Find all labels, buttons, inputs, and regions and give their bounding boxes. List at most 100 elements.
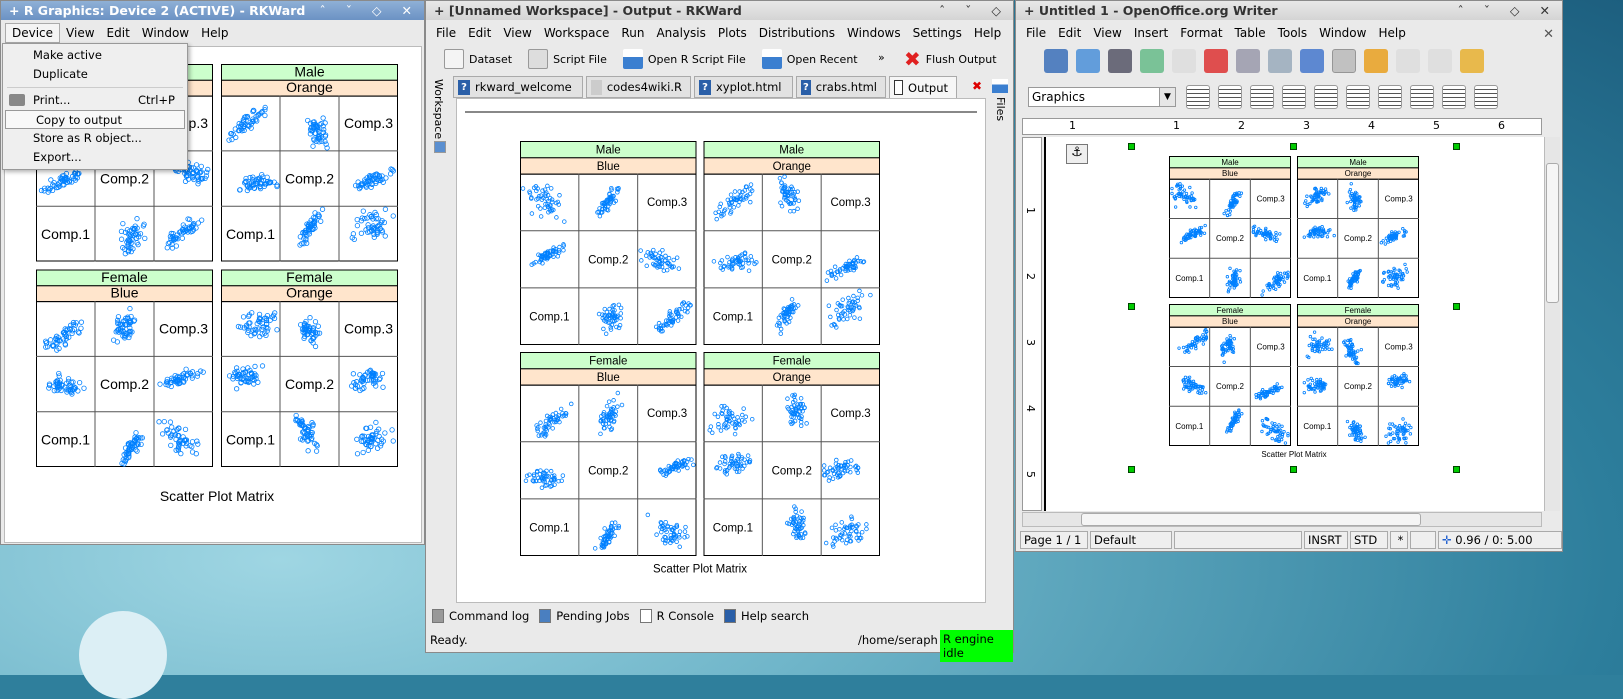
- bring-forward-icon[interactable]: [1378, 85, 1402, 109]
- selection-handle[interactable]: [1453, 143, 1460, 150]
- tool-r-console[interactable]: R Console: [639, 609, 714, 623]
- menu-windows[interactable]: Windows: [841, 24, 907, 42]
- wrap-page-icon[interactable]: [1218, 85, 1242, 109]
- wrap-through-icon[interactable]: [1250, 85, 1274, 109]
- menu-file[interactable]: File: [430, 24, 462, 42]
- format-paintbrush-icon[interactable]: [1460, 49, 1484, 73]
- open-recent-button[interactable]: Open Recent: [761, 49, 858, 69]
- menu-view[interactable]: View: [497, 24, 537, 42]
- tab-xyplot-html[interactable]: ? xyplot.html: [694, 76, 793, 98]
- menu-device[interactable]: Device: [5, 23, 61, 43]
- spellcheck-icon[interactable]: [1300, 49, 1324, 73]
- paste-icon[interactable]: [1428, 49, 1452, 73]
- horizontal-ruler[interactable]: 1 1 2 3 4 5 6: [1022, 118, 1542, 135]
- window-controls[interactable]: ˆ ˇ ◇ ✕: [319, 1, 420, 20]
- menu-item-export[interactable]: Export...: [3, 148, 187, 167]
- selection-handle[interactable]: [1290, 466, 1297, 473]
- insert-mode-indicator[interactable]: INSRT: [1304, 531, 1348, 549]
- anchor-icon[interactable]: ⚓: [1066, 144, 1088, 164]
- to-back-icon[interactable]: [1442, 85, 1466, 109]
- menu-view[interactable]: View: [1087, 24, 1127, 42]
- menu-edit[interactable]: Edit: [1052, 24, 1087, 42]
- menu-item-store-as-r-object[interactable]: Store as R object...: [3, 129, 187, 148]
- sidebar-icon[interactable]: [434, 141, 446, 153]
- menu-view[interactable]: View: [60, 24, 100, 42]
- cut-icon[interactable]: [1364, 49, 1388, 73]
- edit-file-icon[interactable]: [1172, 49, 1196, 73]
- window-titlebar[interactable]: + Untitled 1 - OpenOffice.org Writer ˆ ˇ …: [1016, 1, 1562, 20]
- window-titlebar[interactable]: + [Unnamed Workspace] - Output - RKWard ˆ…: [426, 1, 1013, 20]
- align-right-icon[interactable]: [1346, 85, 1370, 109]
- files-sidebar-tab[interactable]: Files: [994, 97, 1007, 121]
- workspace-sidebar-tab[interactable]: Workspace: [432, 79, 445, 139]
- menu-insert[interactable]: Insert: [1128, 24, 1174, 42]
- tab-output[interactable]: Output: [889, 76, 957, 98]
- tool-pending-jobs[interactable]: Pending Jobs: [539, 609, 630, 623]
- selection-handle[interactable]: [1128, 466, 1135, 473]
- selection-handle[interactable]: [1453, 466, 1460, 473]
- menu-format[interactable]: Format: [1174, 24, 1228, 42]
- scrollbar-thumb[interactable]: [1081, 513, 1421, 526]
- menu-help[interactable]: Help: [1372, 24, 1411, 42]
- scrollbar-thumb[interactable]: [1546, 163, 1559, 303]
- menu-table[interactable]: Table: [1229, 24, 1272, 42]
- open-folder-icon[interactable]: [1076, 49, 1100, 73]
- menu-help[interactable]: Help: [195, 24, 234, 42]
- copy-icon[interactable]: [1396, 49, 1420, 73]
- selection-mode-indicator[interactable]: STD: [1350, 531, 1388, 549]
- page-style-indicator[interactable]: Default: [1090, 531, 1172, 549]
- menu-item-make-active[interactable]: Make active: [3, 46, 187, 65]
- save-icon[interactable]: [1108, 49, 1132, 73]
- align-left-icon[interactable]: [1282, 85, 1306, 109]
- wrap-off-icon[interactable]: [1186, 85, 1210, 109]
- open-r-script-button[interactable]: Open R Script File: [622, 49, 746, 69]
- menu-edit[interactable]: Edit: [101, 24, 136, 42]
- menu-analysis[interactable]: Analysis: [650, 24, 711, 42]
- selection-handle[interactable]: [1290, 143, 1297, 150]
- window-controls[interactable]: ˆ ˇ ◇ ✕: [1457, 1, 1558, 20]
- selection-handle[interactable]: [1453, 303, 1460, 310]
- language-indicator[interactable]: [1174, 531, 1302, 549]
- menu-help[interactable]: Help: [968, 24, 1007, 42]
- menu-item-print[interactable]: Print... Ctrl+P: [3, 91, 187, 110]
- menu-item-duplicate[interactable]: Duplicate: [3, 65, 187, 84]
- email-icon[interactable]: [1140, 49, 1164, 73]
- tool-help-search[interactable]: Help search: [723, 609, 809, 623]
- print-preview-icon[interactable]: [1268, 49, 1292, 73]
- menu-distributions[interactable]: Distributions: [753, 24, 841, 42]
- dataset-button[interactable]: Dataset: [444, 49, 512, 69]
- window-controls[interactable]: ˆ ˇ ◇: [939, 1, 1009, 20]
- menu-edit[interactable]: Edit: [462, 24, 497, 42]
- menu-plots[interactable]: Plots: [712, 24, 753, 42]
- align-center-icon[interactable]: [1314, 85, 1338, 109]
- paragraph-style-select[interactable]: Graphics ▼: [1028, 87, 1176, 107]
- toolbar-overflow-button[interactable]: »: [878, 51, 885, 64]
- menu-settings[interactable]: Settings: [907, 24, 968, 42]
- scatter-plot-matrix[interactable]: Male Blue Comp.3 Comp.2 Comp.1 Male Orange Comp…: [1169, 156, 1419, 464]
- menu-window[interactable]: Window: [136, 24, 195, 42]
- vertical-scrollbar[interactable]: [1544, 137, 1560, 511]
- horizontal-scrollbar[interactable]: [1022, 512, 1542, 527]
- menu-workspace[interactable]: Workspace: [538, 24, 616, 42]
- chevron-down-icon[interactable]: ▼: [1159, 88, 1175, 106]
- selection-handle[interactable]: [1128, 303, 1135, 310]
- tab-rkward-welcome[interactable]: ? rkward_welcome: [453, 76, 583, 98]
- menu-file[interactable]: File: [1020, 24, 1052, 42]
- autospellcheck-icon[interactable]: [1332, 49, 1356, 73]
- menu-window[interactable]: Window: [1313, 24, 1372, 42]
- vertical-ruler[interactable]: 1 2 3 4 5: [1022, 137, 1042, 511]
- tab-crabs-html[interactable]: ? crabs.html: [796, 76, 886, 98]
- print-icon[interactable]: [1236, 49, 1260, 73]
- menu-run[interactable]: Run: [615, 24, 650, 42]
- selection-handle[interactable]: [1128, 143, 1135, 150]
- tool-command-log[interactable]: Command log: [432, 609, 529, 623]
- page-indicator[interactable]: Page 1 / 1: [1020, 531, 1088, 549]
- window-titlebar[interactable]: + R Graphics: Device 2 (ACTIVE) - RKWard…: [1, 1, 424, 20]
- flush-output-button[interactable]: ✖ Flush Output: [904, 49, 997, 69]
- send-backward-icon[interactable]: [1410, 85, 1434, 109]
- menu-item-copy-to-output[interactable]: Copy to output: [5, 110, 185, 129]
- script-file-button[interactable]: Script File: [528, 49, 607, 69]
- menu-tools[interactable]: Tools: [1272, 24, 1314, 42]
- signature-indicator[interactable]: [1410, 531, 1436, 549]
- tab-codes4wiki-r[interactable]: codes4wiki.R: [586, 76, 691, 98]
